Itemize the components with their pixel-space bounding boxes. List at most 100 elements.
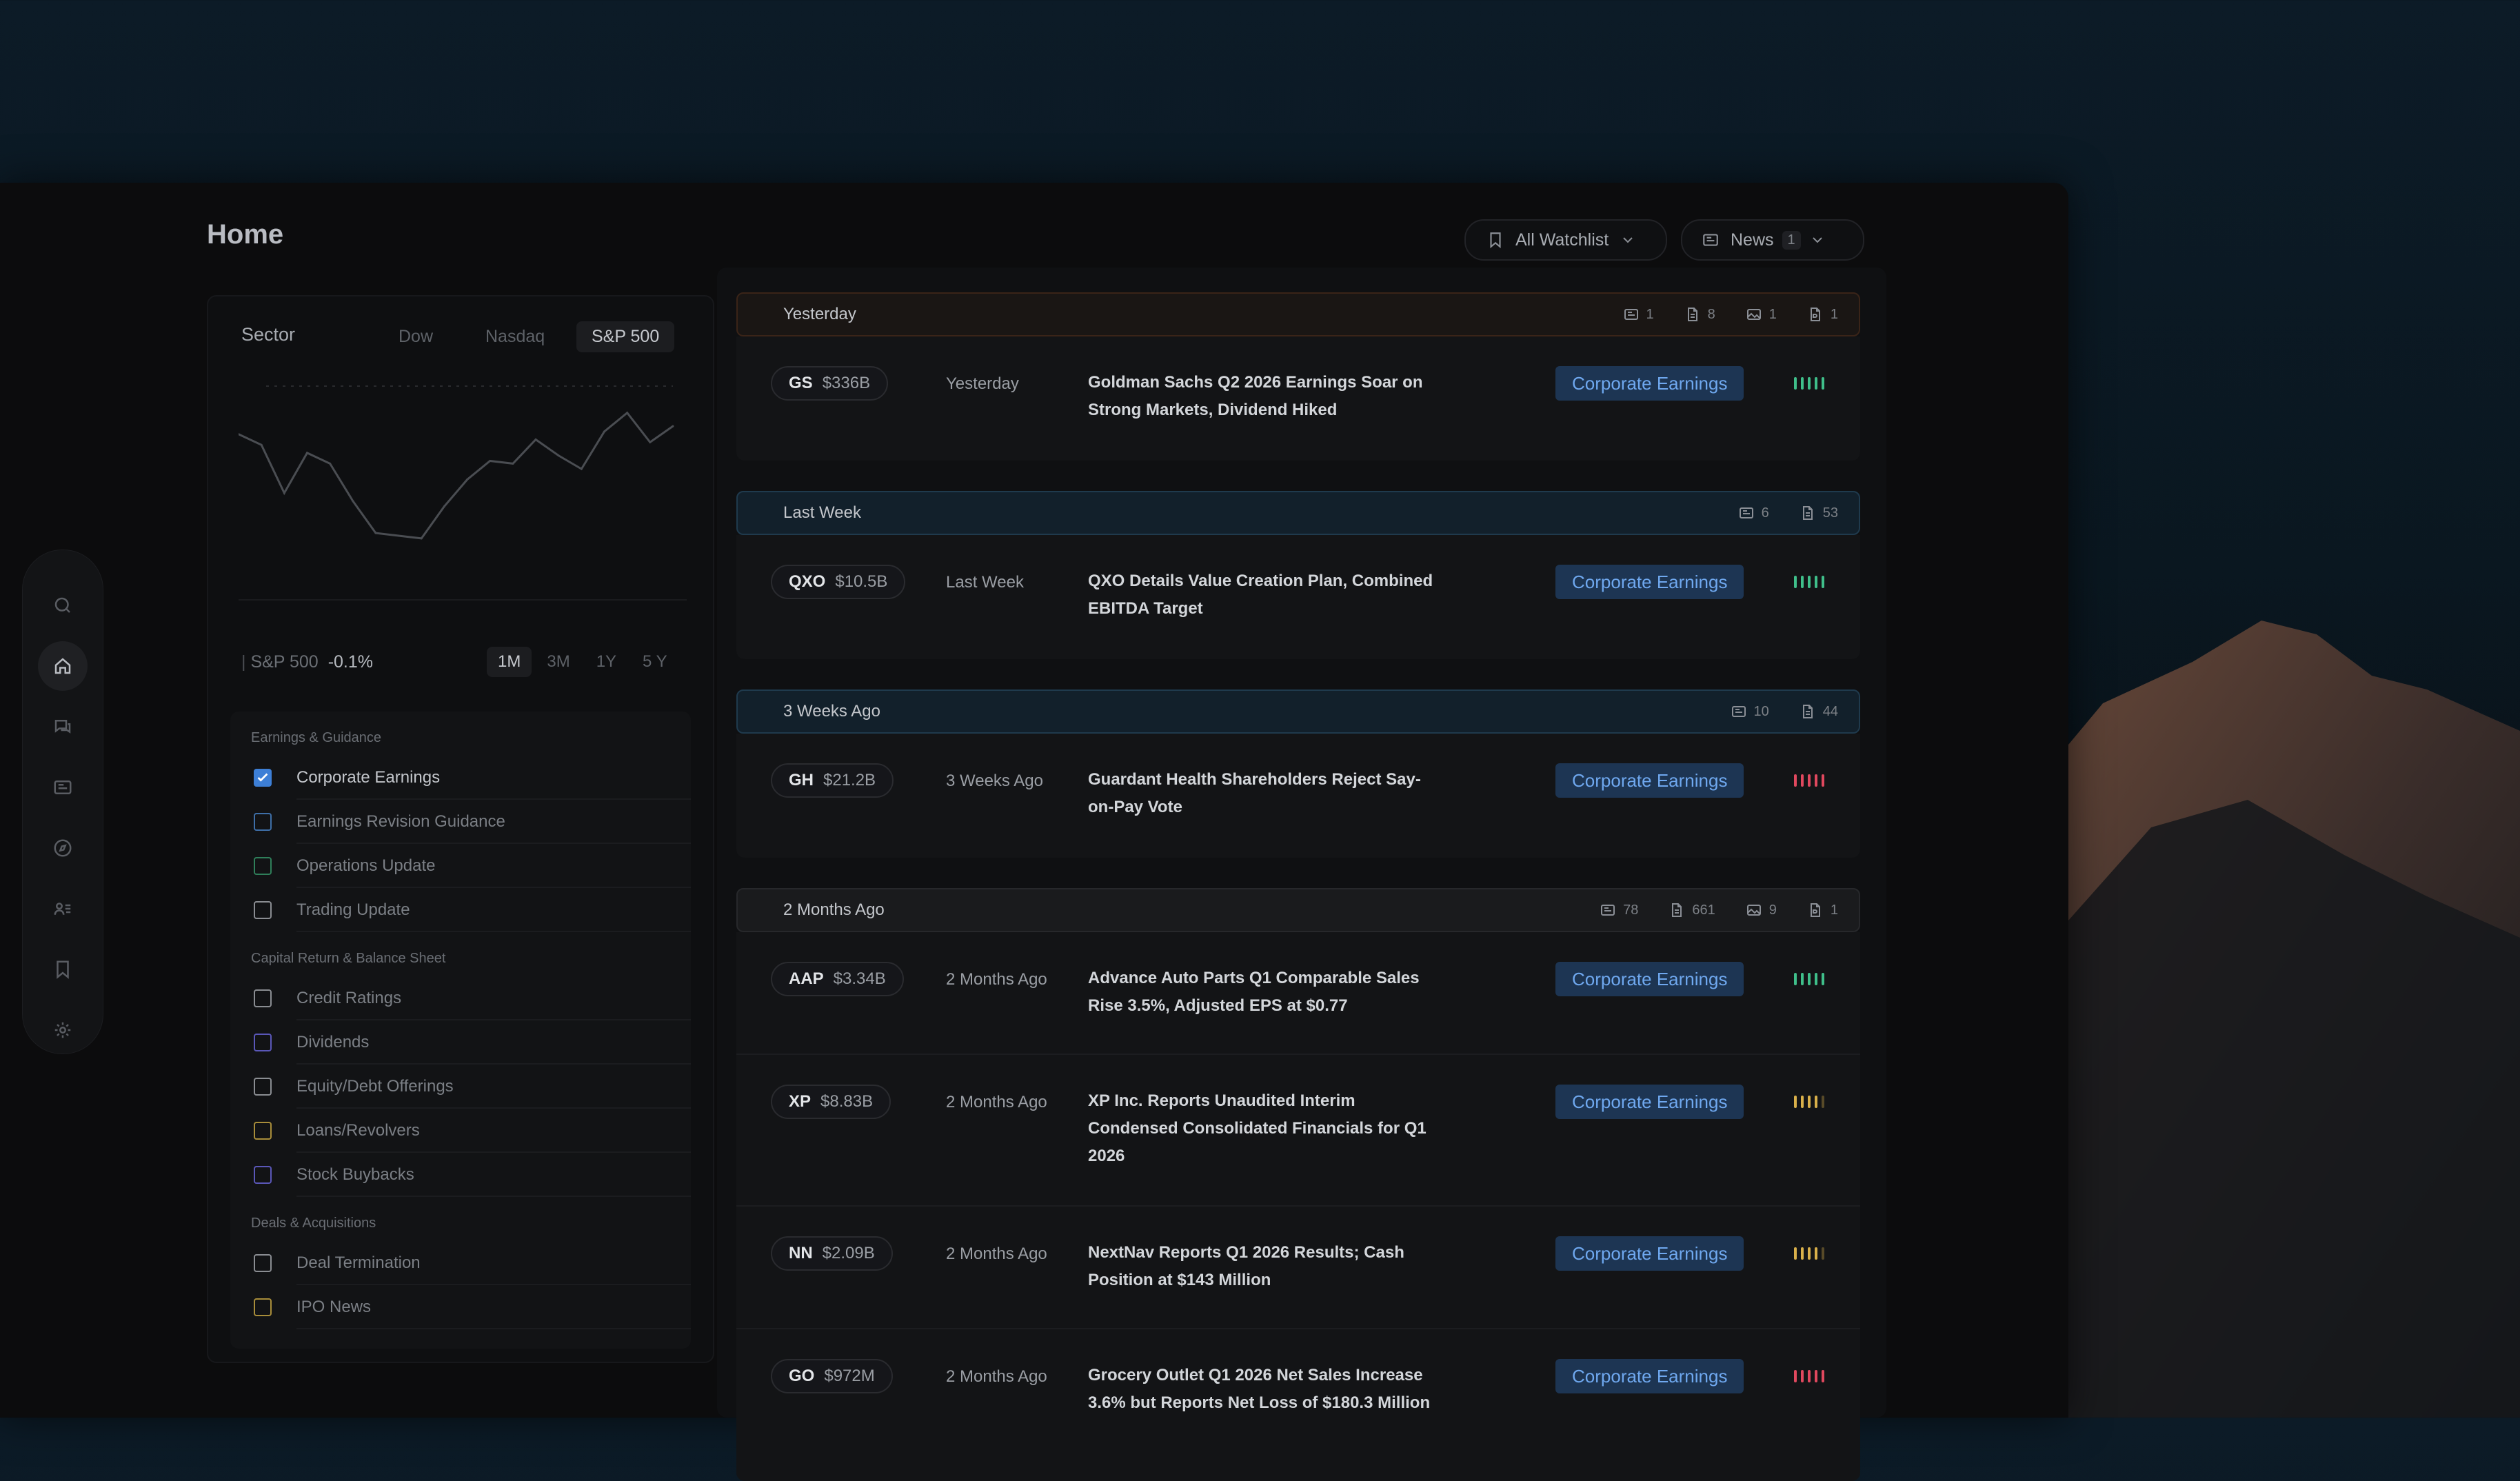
filter-checkbox[interactable] xyxy=(254,769,272,787)
news-icon xyxy=(1601,905,1615,916)
news-headline[interactable]: Advance Auto Parts Q1 Comparable Sales R… xyxy=(1088,965,1447,1020)
news-row[interactable]: XP $8.83B 2 Months Ago XP Inc. Reports Unau… xyxy=(736,1055,1860,1207)
range-5y[interactable]: 5 Y xyxy=(632,647,678,677)
home-icon xyxy=(54,658,71,674)
group-header[interactable]: 3 Weeks Ago 10 44 xyxy=(736,689,1860,734)
filter-item[interactable]: Equity/Debt Offerings xyxy=(230,1065,691,1109)
filter-item[interactable]: Deal Termination xyxy=(230,1241,691,1285)
rail-button-news[interactable] xyxy=(38,763,88,812)
rail-button-compass[interactable] xyxy=(38,823,88,873)
filter-item[interactable]: IPO News xyxy=(230,1285,691,1329)
news-icon xyxy=(1703,234,1718,246)
range-1m[interactable]: 1M xyxy=(487,647,532,677)
news-row[interactable]: QXO $10.5B Last Week QXO Details Value Crea… xyxy=(736,535,1860,659)
ticker-chip[interactable]: XP $8.83B xyxy=(771,1085,891,1119)
filter-checkbox[interactable] xyxy=(254,1034,272,1051)
sentiment-bar xyxy=(1808,377,1811,390)
count-value: 1 xyxy=(1830,306,1838,322)
news-row[interactable]: GS $336B Yesterday Goldman Sachs Q2 2026 Ea… xyxy=(736,336,1860,461)
filter-label: Deal Termination xyxy=(296,1253,421,1272)
sentiment-bar xyxy=(1815,1096,1817,1108)
watchlist-dropdown[interactable]: All Watchlist xyxy=(1464,219,1667,261)
ticker-chip[interactable]: GO $972M xyxy=(771,1359,893,1393)
data-point-5 xyxy=(352,500,354,503)
news-headline[interactable]: Goldman Sachs Q2 2026 Earnings Soar on S… xyxy=(1088,369,1447,424)
filter-item[interactable]: Credit Ratings xyxy=(230,976,691,1020)
count-value: 10 xyxy=(1753,703,1769,719)
range-3m[interactable]: 3M xyxy=(536,647,581,677)
count-item: 1 xyxy=(1746,306,1777,323)
news-headline[interactable]: NextNav Reports Q1 2026 Results; Cash Po… xyxy=(1088,1239,1447,1294)
range-1y[interactable]: 1Y xyxy=(585,647,627,677)
filter-item[interactable]: Trading Update xyxy=(230,888,691,932)
filter-item[interactable]: Stock Buybacks xyxy=(230,1153,691,1197)
news-row[interactable]: NN $2.09B 2 Months Ago NextNav Reports Q1 2… xyxy=(736,1207,1860,1329)
filter-item[interactable]: Earnings Revision Guidance xyxy=(230,800,691,844)
group-header[interactable]: Yesterday 1 8 1 1 xyxy=(736,292,1860,336)
image-icon xyxy=(1746,309,1761,320)
filter-item[interactable]: Corporate Earnings xyxy=(230,756,691,800)
tab-nasdaq[interactable]: Nasdaq xyxy=(470,321,560,352)
filter-checkbox[interactable] xyxy=(254,989,272,1007)
sentiment-bar xyxy=(1801,377,1804,390)
rail-button-home[interactable] xyxy=(38,641,88,691)
filter-checkbox[interactable] xyxy=(254,857,272,875)
news-headline[interactable]: XP Inc. Reports Unaudited Interim Conden… xyxy=(1088,1087,1447,1170)
sentiment-bar xyxy=(1794,1370,1797,1382)
news-row[interactable]: AAP $3.34B 2 Months Ago Advance Auto Parts … xyxy=(736,932,1860,1055)
news-dropdown[interactable]: News 1 xyxy=(1681,219,1864,261)
rail-button-search[interactable] xyxy=(38,581,88,630)
filter-item[interactable]: Operations Update xyxy=(230,844,691,888)
rail-button-chat[interactable] xyxy=(38,702,88,752)
category-tag[interactable]: Corporate Earnings xyxy=(1555,763,1744,798)
ticker-chip[interactable]: QXO $10.5B xyxy=(771,565,906,599)
rail-button-users[interactable] xyxy=(38,884,88,934)
news-time: Last Week xyxy=(946,573,1024,592)
data-point-4 xyxy=(329,462,332,465)
market-cap: $3.34B xyxy=(833,969,886,988)
filter-checkbox[interactable] xyxy=(254,1078,272,1096)
filter-checkbox[interactable] xyxy=(254,1166,272,1184)
ticker-chip[interactable]: GS $336B xyxy=(771,366,889,401)
filter-item[interactable]: Loans/Revolvers xyxy=(230,1109,691,1153)
market-cap: $2.09B xyxy=(822,1244,875,1262)
filter-label: Corporate Earnings xyxy=(296,768,441,787)
ticker-chip[interactable]: GH $21.2B xyxy=(771,763,894,798)
filter-checkbox[interactable] xyxy=(254,1122,272,1140)
news-headline[interactable]: QXO Details Value Creation Plan, Combine… xyxy=(1088,567,1447,623)
check-icon xyxy=(257,773,268,782)
filter-checkbox[interactable] xyxy=(254,901,272,919)
filter-checkbox[interactable] xyxy=(254,1298,272,1316)
news-icon xyxy=(1739,507,1753,518)
index-line-chart xyxy=(239,385,687,601)
rail-button-settings[interactable] xyxy=(38,1005,88,1055)
category-tag[interactable]: Corporate Earnings xyxy=(1555,565,1744,599)
filter-item[interactable]: Dividends xyxy=(230,1020,691,1065)
sentiment-bar xyxy=(1815,973,1817,985)
news-headline[interactable]: Grocery Outlet Q1 2026 Net Sales Increas… xyxy=(1088,1362,1447,1417)
news-row[interactable]: GH $21.2B 3 Weeks Ago Guardant Health Share… xyxy=(736,734,1860,858)
filter-checkbox[interactable] xyxy=(254,1254,272,1272)
ticker-chip[interactable]: AAP $3.34B xyxy=(771,962,904,996)
group-header[interactable]: Last Week 6 53 xyxy=(736,491,1860,535)
chevron-down-icon xyxy=(1812,237,1822,243)
tab-sp500[interactable]: S&P 500 xyxy=(576,321,675,352)
group-body: QXO $10.5B Last Week QXO Details Value Crea… xyxy=(736,535,1860,659)
category-tag[interactable]: Corporate Earnings xyxy=(1555,962,1744,996)
footer-index-label: S&P 500 xyxy=(250,652,319,672)
data-point-1 xyxy=(260,443,263,446)
category-tag[interactable]: Corporate Earnings xyxy=(1555,1085,1744,1119)
group-header[interactable]: 2 Months Ago 78 661 9 1 xyxy=(736,888,1860,932)
rail-button-bookmark[interactable] xyxy=(38,945,88,994)
category-tag[interactable]: Corporate Earnings xyxy=(1555,1236,1744,1271)
tab-dow[interactable]: Dow xyxy=(383,321,448,352)
filter-group-title: Earnings & Guidance xyxy=(251,730,382,745)
category-tag[interactable]: Corporate Earnings xyxy=(1555,366,1744,401)
filter-checkbox[interactable] xyxy=(254,813,272,831)
news-row[interactable]: GO $972M 2 Months Ago Grocery Outlet Q1 202… xyxy=(736,1329,1860,1481)
news-headline[interactable]: Guardant Health Shareholders Reject Say-… xyxy=(1088,766,1447,821)
category-tag[interactable]: Corporate Earnings xyxy=(1555,1359,1744,1393)
chat-icon xyxy=(54,720,71,734)
ticker-chip[interactable]: NN $2.09B xyxy=(771,1236,893,1271)
group-label: 2 Months Ago xyxy=(783,900,885,919)
